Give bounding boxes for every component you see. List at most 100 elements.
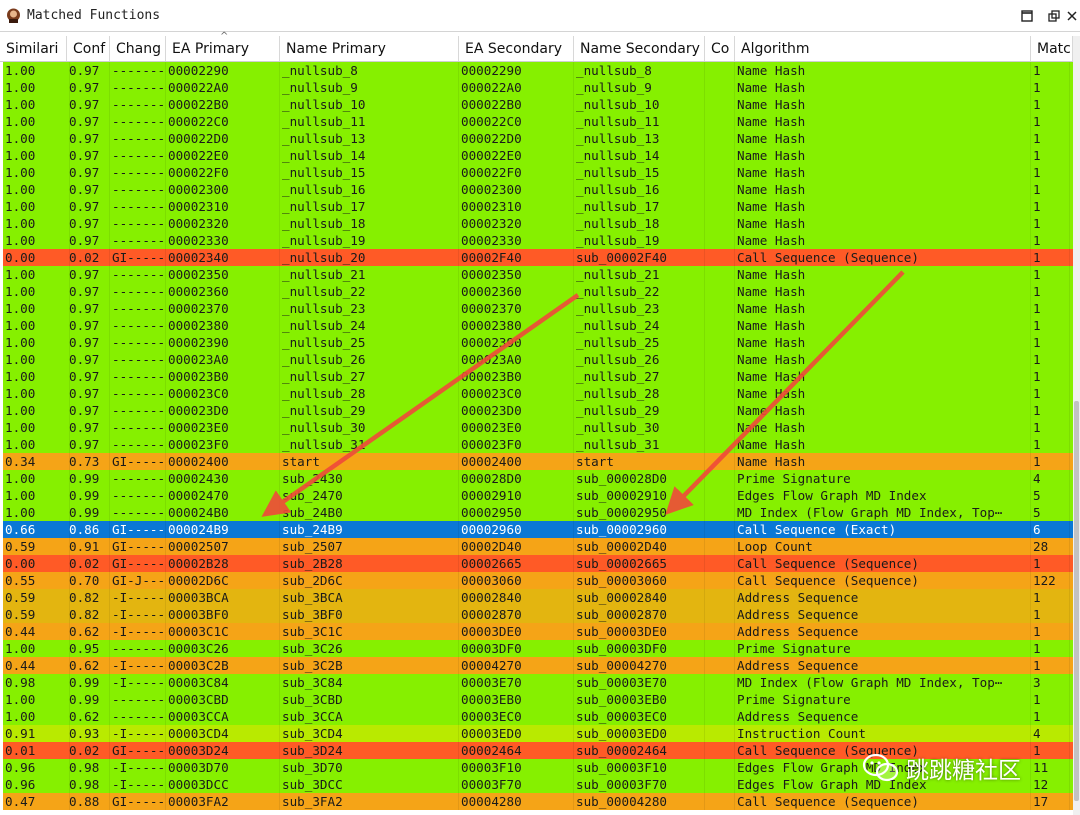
table-row[interactable]: 0.340.73GI-----⋯00002400start00002400sta…	[3, 453, 1073, 470]
table-row[interactable]: 1.000.97-------⋯000023D0_nullsub_2900002…	[3, 402, 1073, 419]
cell-ea-secondary: 00002360	[459, 283, 574, 300]
table-row[interactable]: 1.000.97-------⋯00002350_nullsub_2100002…	[3, 266, 1073, 283]
table-row[interactable]: 1.000.97-------⋯000022E0_nullsub_1400002…	[3, 147, 1073, 164]
vertical-scrollbar[interactable]	[1073, 36, 1080, 815]
column-header-similarity[interactable]: Similari	[0, 36, 67, 61]
cell-comment	[705, 538, 735, 555]
table-row[interactable]: 1.000.97-------⋯000022B0_nullsub_1000002…	[3, 96, 1073, 113]
column-header-ea-secondary[interactable]: EA Secondary	[459, 36, 574, 61]
cell-name-primary: sub_3CD4	[280, 725, 459, 742]
table-row[interactable]: 0.440.62-I-----⋯00003C2Bsub_3C2B00004270…	[3, 657, 1073, 674]
cell-algorithm: Instruction Count	[735, 725, 1031, 742]
cell-confidence: 0.62	[67, 623, 110, 640]
table-row[interactable]: 1.000.99-------⋯000024B0sub_24B000002950…	[3, 504, 1073, 521]
cell-similarity: 1.00	[3, 215, 70, 232]
cell-ea-secondary: 000022D0	[459, 130, 574, 147]
table-row[interactable]: 1.000.62-------⋯00003CCAsub_3CCA00003EC0…	[3, 708, 1073, 725]
cell-change: -I-----⋯	[112, 759, 166, 776]
cell-algorithm: Name Hash	[735, 232, 1031, 249]
table-row[interactable]: 1.000.97-------⋯00002390_nullsub_2500002…	[3, 334, 1073, 351]
restore-icon[interactable]	[1046, 8, 1062, 24]
cell-matches: 1	[1031, 113, 1070, 130]
cell-change: -------⋯	[112, 402, 166, 419]
cell-matches: 1	[1031, 198, 1070, 215]
cell-similarity: 0.00	[3, 249, 70, 266]
table-row[interactable]: 1.000.97-------⋯000022D0_nullsub_1300002…	[3, 130, 1073, 147]
table-row[interactable]: 1.000.97-------⋯00002300_nullsub_1600002…	[3, 181, 1073, 198]
cell-ea-secondary: 00002380	[459, 317, 574, 334]
table-row[interactable]: 1.000.97-------⋯00002320_nullsub_1800002…	[3, 215, 1073, 232]
cell-ea-secondary: 000022C0	[459, 113, 574, 130]
cell-similarity: 0.55	[3, 572, 70, 589]
cell-name-primary: _nullsub_10	[280, 96, 459, 113]
column-header-name-primary[interactable]: Name Primary	[280, 36, 459, 61]
table-row[interactable]: 1.000.97-------⋯000023B0_nullsub_2700002…	[3, 368, 1073, 385]
cell-matches: 1	[1031, 385, 1070, 402]
minimize-icon[interactable]	[1019, 8, 1035, 24]
cell-confidence: 0.97	[67, 215, 110, 232]
scrollbar-thumb[interactable]	[1074, 401, 1079, 801]
column-header-matches[interactable]: Matc	[1031, 36, 1073, 61]
table-row[interactable]: 1.000.99-------⋯00002470sub_247000002910…	[3, 487, 1073, 504]
cell-algorithm: Prime Signature	[735, 640, 1031, 657]
cell-confidence: 0.97	[67, 419, 110, 436]
table-row[interactable]: 0.980.99-I-----⋯00003C84sub_3C8400003E70…	[3, 674, 1073, 691]
table-row[interactable]: 1.000.97-------⋯000022A0_nullsub_9000022…	[3, 79, 1073, 96]
table-row[interactable]: 1.000.97-------⋯00002370_nullsub_2300002…	[3, 300, 1073, 317]
table-row[interactable]: 1.000.95-------⋯00003C26sub_3C2600003DF0…	[3, 640, 1073, 657]
table-row[interactable]: 1.000.97-------⋯00002360_nullsub_2200002…	[3, 283, 1073, 300]
table-row-selected[interactable]: 0.660.86GI-----⋯000024B9sub_24B900002960…	[3, 521, 1073, 538]
cell-comment	[705, 215, 735, 232]
table-row[interactable]: 0.470.88GI-----⋯00003FA2sub_3FA200004280…	[3, 793, 1073, 810]
table-row[interactable]: 0.590.82-I-----⋯00003BF0sub_3BF000002870…	[3, 606, 1073, 623]
column-header-comment[interactable]: Co	[705, 36, 735, 61]
column-header-algorithm[interactable]: Algorithm	[735, 36, 1031, 61]
table-row[interactable]: 1.000.99-------⋯00002430sub_2430000028D0…	[3, 470, 1073, 487]
cell-similarity: 0.59	[3, 538, 70, 555]
cell-ea-primary: 00002360	[166, 283, 280, 300]
cell-name-primary: _nullsub_31	[280, 436, 459, 453]
cell-name-secondary: sub_00003DE0	[574, 623, 705, 640]
table-row[interactable]: 1.000.97-------⋯000023E0_nullsub_3000002…	[3, 419, 1073, 436]
table-row[interactable]: 1.000.97-------⋯000023F0_nullsub_3100002…	[3, 436, 1073, 453]
cell-confidence: 0.97	[67, 130, 110, 147]
cell-change: -------⋯	[112, 62, 166, 79]
cell-name-secondary: _nullsub_28	[574, 385, 705, 402]
table-row[interactable]: 1.000.97-------⋯00002310_nullsub_1700002…	[3, 198, 1073, 215]
cell-similarity: 1.00	[3, 113, 70, 130]
column-header-change[interactable]: Chang	[110, 36, 166, 61]
cell-similarity: 1.00	[3, 266, 70, 283]
cell-change: -------⋯	[112, 147, 166, 164]
table-row[interactable]: 1.000.99-------⋯00003CBDsub_3CBD00003EB0…	[3, 691, 1073, 708]
cell-confidence: 0.02	[67, 555, 110, 572]
cell-name-secondary: sub_00002910	[574, 487, 705, 504]
results-table[interactable]: 1.000.97-------⋯00002290_nullsub_8000022…	[3, 62, 1073, 815]
table-row[interactable]: 0.440.62-I-----⋯00003C1Csub_3C1C00003DE0…	[3, 623, 1073, 640]
table-row[interactable]: 1.000.97-------⋯000022F0_nullsub_1500002…	[3, 164, 1073, 181]
table-row[interactable]: 1.000.97-------⋯000023C0_nullsub_2800002…	[3, 385, 1073, 402]
table-row[interactable]: 0.590.82-I-----⋯00003BCAsub_3BCA00002840…	[3, 589, 1073, 606]
cell-matches: 4	[1031, 470, 1070, 487]
cell-comment	[705, 164, 735, 181]
table-row[interactable]: 1.000.97-------⋯000022C0_nullsub_1100002…	[3, 113, 1073, 130]
cell-change: -I-----⋯	[112, 674, 166, 691]
cell-name-primary: sub_3DCC	[280, 776, 459, 793]
cell-matches: 1	[1031, 266, 1070, 283]
column-header-name-secondary[interactable]: Name Secondary	[574, 36, 705, 61]
table-row[interactable]: 1.000.97-------⋯00002330_nullsub_1900002…	[3, 232, 1073, 249]
cell-ea-secondary: 00002960	[459, 521, 574, 538]
table-row[interactable]: 1.000.97-------⋯00002290_nullsub_8000022…	[3, 62, 1073, 79]
table-row[interactable]: 0.000.02GI-----⋯00002B28sub_2B2800002665…	[3, 555, 1073, 572]
table-row[interactable]: 0.000.02GI-----⋯00002340_nullsub_2000002…	[3, 249, 1073, 266]
table-row[interactable]: 0.590.91GI-----⋯00002507sub_250700002D40…	[3, 538, 1073, 555]
close-icon[interactable]	[1064, 8, 1080, 24]
table-row[interactable]: 1.000.97-------⋯000023A0_nullsub_2600002…	[3, 351, 1073, 368]
cell-change: -------⋯	[112, 283, 166, 300]
table-row[interactable]: 1.000.97-------⋯00002380_nullsub_2400002…	[3, 317, 1073, 334]
cell-ea-primary: 00002380	[166, 317, 280, 334]
table-header: Similari Conf Chang EA Primary Name Prim…	[0, 36, 1073, 62]
table-row[interactable]: 0.910.93-I-----⋯00003CD4sub_3CD400003ED0…	[3, 725, 1073, 742]
column-header-confidence[interactable]: Conf	[67, 36, 110, 61]
table-row[interactable]: 0.550.70GI-J---⋯00002D6Csub_2D6C00003060…	[3, 572, 1073, 589]
cell-ea-primary: 000023D0	[166, 402, 280, 419]
